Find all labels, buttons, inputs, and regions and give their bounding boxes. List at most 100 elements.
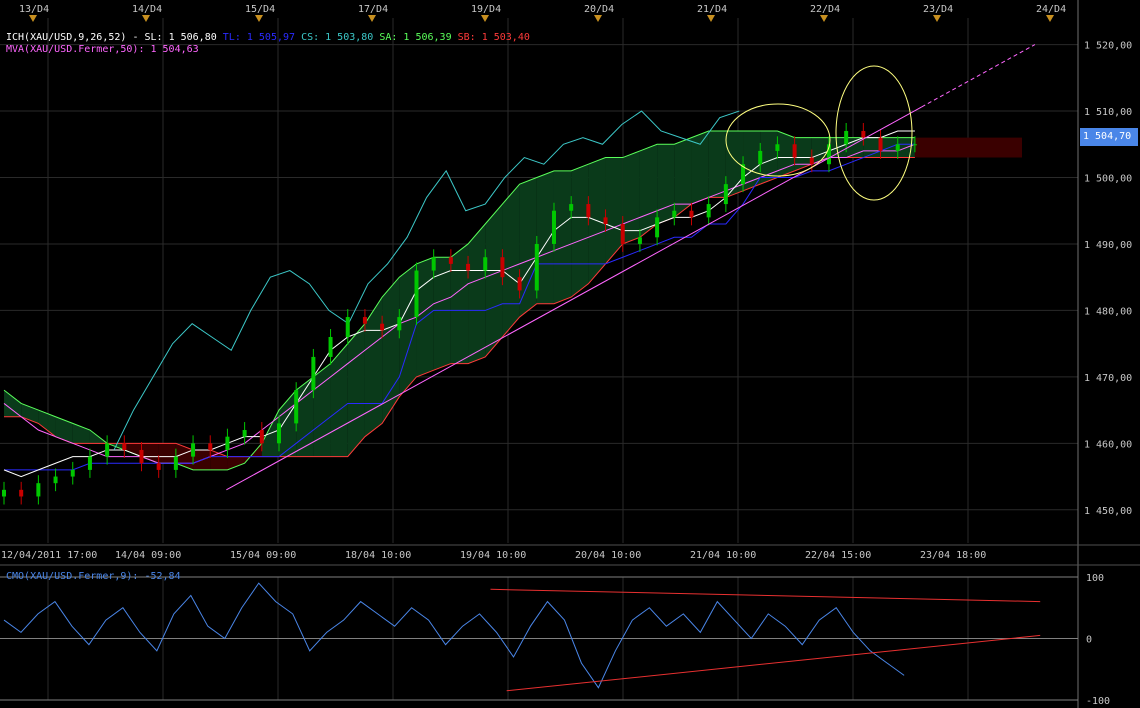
candle-body <box>603 217 608 225</box>
x-tick-label: 12/04/2011 17:00 <box>1 550 97 561</box>
top-date-marker <box>481 15 489 22</box>
cloud-segment <box>708 130 726 198</box>
candle-body <box>36 483 41 497</box>
axes: 12/04/2011 17:00 14/04 09:00 15/04 09:00 18… <box>0 0 1140 708</box>
cloud-segment <box>347 323 365 457</box>
top-date-marker <box>933 15 941 22</box>
y-tick-label: 1 480,00 <box>1084 306 1132 317</box>
cloud-segment <box>502 184 520 337</box>
cloud-segment <box>227 456 245 470</box>
cloud-segment <box>38 410 56 437</box>
top-date-label: 23/D4 <box>923 4 953 15</box>
cloud-segment <box>485 204 503 357</box>
candle-body <box>844 130 849 145</box>
cmo-panel: 100 0 -100 <box>0 573 1110 707</box>
top-date-label: 21/D4 <box>697 4 727 15</box>
candle-body <box>2 489 6 497</box>
cloud-segment <box>313 363 331 457</box>
top-date-marker <box>142 15 150 22</box>
candle-body <box>466 263 471 271</box>
candle-body <box>380 323 385 331</box>
candle-body <box>156 463 161 470</box>
cloud-segment <box>536 170 554 304</box>
cmo-line <box>3 582 905 689</box>
y-tick-label: 1 450,00 <box>1084 506 1132 517</box>
candle-body <box>328 336 333 357</box>
cloud-segment <box>622 150 640 244</box>
candle-body <box>431 257 436 271</box>
candle-body <box>672 210 677 218</box>
cmo-tick-label: -100 <box>1086 696 1110 707</box>
candle-body <box>655 217 660 238</box>
x-tick-label: 22/04 15:00 <box>805 550 871 561</box>
candle-body <box>294 390 299 424</box>
mva-legend: MVA(XAU/USD.Fermer,50): 1 504,63 <box>6 44 199 55</box>
cloud-segment <box>605 157 623 264</box>
y-tick-label: 1 470,00 <box>1084 373 1132 384</box>
top-date-label: 20/D4 <box>584 4 614 15</box>
cloud-segment <box>519 177 537 318</box>
cloud-segment <box>468 224 486 364</box>
trendline-dashed <box>921 44 1036 108</box>
cloud-segment <box>553 170 572 304</box>
top-date-label: 17/D4 <box>358 4 388 15</box>
legend-cs: CS: 1 503,80 <box>301 32 374 43</box>
candle-body <box>173 456 178 470</box>
candle-body <box>912 144 917 146</box>
top-date-marker <box>820 15 828 22</box>
candle-body <box>259 430 264 444</box>
cloud-segment <box>794 137 812 171</box>
cloud-segment <box>450 243 469 364</box>
candle-body <box>483 257 488 271</box>
current-price-tag: 1 504,70 <box>1080 128 1138 146</box>
chart-canvas: 12/04/2011 17:00 14/04 09:00 15/04 09:00 18… <box>0 0 1140 708</box>
x-tick-label: 21/04 10:00 <box>690 550 756 561</box>
cloud-segment <box>158 443 176 464</box>
x-tick-label: 19/04 10:00 <box>460 550 526 561</box>
top-date-label: 14/D4 <box>132 4 162 15</box>
candle-body <box>861 130 866 138</box>
candle-body <box>208 443 213 450</box>
y-tick-label: 1 500,00 <box>1084 173 1132 184</box>
candle-body <box>105 443 110 457</box>
top-date-label: 22/D4 <box>810 4 840 15</box>
cmo-upper-trendline <box>490 588 1041 603</box>
candle-body <box>362 317 367 324</box>
cloud-segment <box>811 137 829 165</box>
candle-body <box>414 270 419 318</box>
candle-body <box>809 157 814 165</box>
candle-body <box>758 150 763 165</box>
cloud-segment <box>657 144 675 225</box>
top-date-label: 19/D4 <box>471 4 501 15</box>
candle-body <box>878 137 883 151</box>
y-tick-label: 1 510,00 <box>1084 107 1132 118</box>
cloud-segment <box>914 137 1022 158</box>
x-tick-label: 15/04 09:00 <box>230 550 296 561</box>
y-tick-label: 1 490,00 <box>1084 240 1132 251</box>
candle-body <box>620 224 625 244</box>
legend-tl: TL: 1 505,97 <box>222 32 296 43</box>
candle-body <box>637 237 642 244</box>
cmo-lower-trendline <box>506 634 1041 692</box>
candle-body <box>569 204 574 211</box>
cmo-legend: CMO(XAU/USD.Fermer,9): -52,84 <box>6 571 181 582</box>
candle-body <box>586 204 591 218</box>
candle-body <box>225 436 230 450</box>
x-tick-label: 18/04 10:00 <box>345 550 411 561</box>
x-tick-label: 23/04 18:00 <box>920 550 986 561</box>
cloud-segment <box>639 144 658 238</box>
candle-body <box>242 430 247 437</box>
candle-body <box>53 476 58 484</box>
top-date-marker <box>707 15 715 22</box>
candle-body <box>448 257 453 264</box>
candle-body <box>122 443 127 450</box>
candle-body <box>276 423 281 444</box>
ichimoku-cloud <box>4 130 1022 470</box>
y-tick-label: 1 460,00 <box>1084 439 1132 450</box>
cloud-segment <box>674 137 692 218</box>
candle-body <box>311 356 316 391</box>
chart-root: 12/04/2011 17:00 14/04 09:00 15/04 09:00 18… <box>0 0 1140 708</box>
candle-body <box>706 204 711 218</box>
legend-sl: SL: 1 506,80 <box>144 32 217 43</box>
cmo-tick-label: 0 <box>1086 635 1092 646</box>
